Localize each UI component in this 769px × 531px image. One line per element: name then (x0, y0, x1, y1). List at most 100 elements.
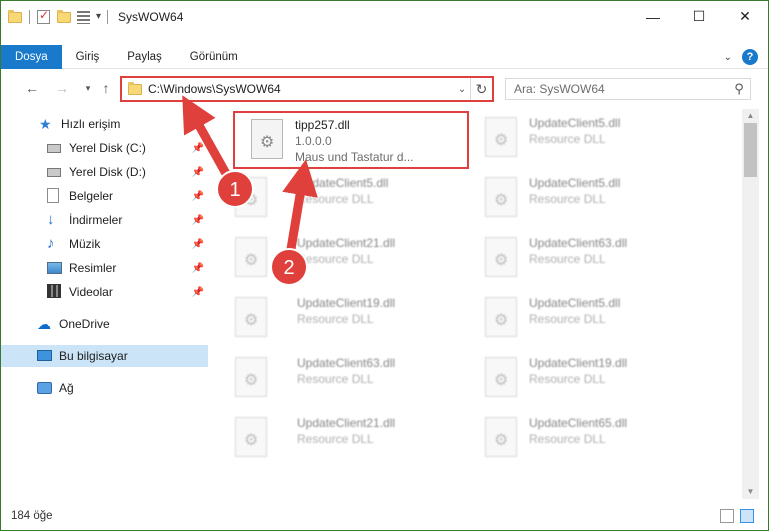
pin-icon[interactable]: 📌 (192, 263, 204, 274)
sidebar-item-label: Müzik (69, 237, 101, 251)
file-tile[interactable]: UpdateClient5.dll Resource DLL (469, 291, 709, 347)
back-arrow-icon[interactable]: ← (23, 79, 41, 97)
address-bar[interactable]: C:\Windows\SysWOW64 ⌄ ↻ (120, 76, 494, 102)
download-arrow-icon: ↓ (47, 211, 55, 228)
customize-icon[interactable] (76, 9, 92, 25)
vertical-scrollbar[interactable]: ▲ ▼ (742, 109, 759, 499)
drive-icon (47, 164, 63, 180)
drive-icon (47, 140, 63, 156)
pin-icon[interactable]: 📌 (192, 287, 204, 298)
pin-icon[interactable]: 📌 (192, 167, 204, 178)
tab-view[interactable]: Görünüm (176, 45, 252, 69)
navigation-bar: ← → ▾ ↑ C:\Windows\SysWOW64 ⌄ ↻ Ara: Sys… (1, 73, 768, 103)
scroll-up-icon[interactable]: ▲ (742, 109, 759, 123)
file-tile[interactable]: UpdateClient21.dll Resource DLL (219, 231, 459, 287)
file-description: Resource DLL (529, 132, 606, 146)
title-bar: ▾ SysWOW64 — ☐ ✕ (1, 1, 768, 32)
pin-icon[interactable]: 📌 (192, 143, 204, 154)
file-description: Resource DLL (297, 252, 374, 266)
sidebar-item-onedrive[interactable]: ☁ OneDrive (1, 313, 208, 335)
sidebar-item-label: OneDrive (59, 317, 110, 331)
file-description: Resource DLL (297, 372, 374, 386)
maximize-button[interactable]: ☐ (676, 1, 722, 32)
file-description: Resource DLL (297, 432, 374, 446)
sidebar-item-music[interactable]: ♪ Müzik 📌 (1, 233, 208, 255)
up-arrow-icon[interactable]: ↑ (97, 79, 115, 97)
search-box[interactable]: Ara: SysWOW64 ⚲ (505, 78, 751, 100)
window-title: SysWOW64 (118, 9, 184, 24)
file-description: Maus und Tastatur d... (295, 150, 414, 164)
pin-icon[interactable]: 📌 (192, 191, 204, 202)
file-version: 1.0.0.0 (295, 134, 332, 148)
separator (107, 9, 109, 24)
details-view-icon[interactable] (720, 509, 734, 523)
close-button[interactable]: ✕ (722, 1, 768, 32)
file-tile[interactable]: UpdateClient5.dll Resource DLL (469, 171, 709, 227)
film-icon (47, 284, 63, 300)
help-icon[interactable]: ? (742, 49, 758, 65)
file-tile[interactable]: UpdateClient65.dll Resource DLL (469, 411, 709, 467)
tab-home[interactable]: Giriş (62, 45, 114, 69)
tab-share[interactable]: Paylaş (113, 45, 176, 69)
sidebar-item-downloads[interactable]: ↓ İndirmeler 📌 (1, 209, 208, 231)
search-input[interactable]: Ara: SysWOW64 (514, 82, 728, 96)
star-icon: ★ (39, 116, 52, 132)
sidebar-item-pictures[interactable]: Resimler 📌 (1, 257, 208, 279)
file-name: UpdateClient63.dll (529, 236, 628, 250)
sidebar-item-network[interactable]: Ağ (1, 377, 208, 399)
file-tile[interactable]: UpdateClient5.dll Resource DLL (219, 171, 459, 227)
status-bar: 184 öğe (1, 501, 768, 530)
file-list: tipp257.dll 1.0.0.0 Maus und Tastatur d.… (219, 109, 742, 499)
forward-arrow-icon[interactable]: → (53, 79, 71, 97)
sidebar-item-local-disk-d[interactable]: Yerel Disk (D:) 📌 (1, 161, 208, 183)
sidebar-item-label: Resimler (69, 261, 117, 275)
minimize-button[interactable]: — (630, 1, 676, 32)
sidebar-item-label: İndirmeler (69, 213, 123, 227)
pin-icon[interactable]: 📌 (192, 239, 204, 250)
dll-file-icon (485, 237, 517, 277)
large-icons-view-icon[interactable] (740, 509, 754, 523)
refresh-icon[interactable]: ↻ (470, 78, 492, 100)
sidebar-item-label: Ağ (59, 381, 74, 395)
file-name: UpdateClient65.dll (529, 416, 628, 430)
tab-file[interactable]: Dosya (1, 44, 62, 69)
file-tile[interactable]: UpdateClient63.dll Resource DLL (469, 231, 709, 287)
folder-icon (7, 9, 23, 25)
properties-check-icon[interactable] (36, 8, 52, 25)
file-name: tipp257.dll (295, 118, 350, 132)
file-tile[interactable]: UpdateClient19.dll Resource DLL (219, 291, 459, 347)
sidebar-item-local-disk-c[interactable]: Yerel Disk (C:) 📌 (1, 137, 208, 159)
file-description: Resource DLL (529, 252, 606, 266)
sidebar-item-documents[interactable]: Belgeler 📌 (1, 185, 208, 207)
dll-file-icon (235, 357, 267, 397)
sidebar-item-label: Yerel Disk (C:) (69, 141, 146, 155)
qat-dropdown-icon[interactable]: ▾ (96, 11, 101, 22)
file-tile-selected[interactable]: tipp257.dll 1.0.0.0 Maus und Tastatur d.… (233, 111, 469, 169)
scroll-down-icon[interactable]: ▼ (742, 485, 759, 499)
address-path[interactable]: C:\Windows\SysWOW64 (148, 82, 454, 96)
search-icon[interactable]: ⚲ (728, 81, 750, 97)
file-tile[interactable]: UpdateClient21.dll Resource DLL (219, 411, 459, 467)
dll-file-icon (485, 417, 517, 457)
file-name: UpdateClient63.dll (297, 356, 396, 370)
file-description: Resource DLL (529, 192, 606, 206)
file-tile[interactable]: UpdateClient19.dll Resource DLL (469, 351, 709, 407)
file-name: UpdateClient21.dll (297, 416, 396, 430)
expand-ribbon-icon[interactable]: ⌄ (724, 52, 732, 63)
sidebar-item-this-pc[interactable]: Bu bilgisayar (1, 345, 208, 367)
dll-file-icon (235, 297, 267, 337)
file-description: Resource DLL (529, 432, 606, 446)
pin-icon[interactable]: 📌 (192, 215, 204, 226)
scroll-thumb[interactable] (744, 123, 757, 177)
navigation-pane: ★ Hızlı erişim Yerel Disk (C:) 📌 Yerel D… (1, 109, 208, 499)
ribbon-tabs: Dosya Giriş Paylaş Görünüm ⌄ ? (1, 44, 768, 69)
recent-locations-icon[interactable]: ▾ (79, 79, 97, 97)
file-tile[interactable]: UpdateClient63.dll Resource DLL (219, 351, 459, 407)
sidebar-item-videos[interactable]: Videolar 📌 (1, 281, 208, 303)
new-folder-icon[interactable] (56, 9, 72, 25)
address-dropdown-icon[interactable]: ⌄ (454, 84, 470, 95)
file-tile[interactable]: UpdateClient5.dll Resource DLL (469, 111, 709, 167)
sidebar-item-quick-access[interactable]: ★ Hızlı erişim (1, 113, 208, 135)
dll-file-icon (235, 177, 267, 217)
sidebar-item-label: Hızlı erişim (61, 117, 121, 131)
